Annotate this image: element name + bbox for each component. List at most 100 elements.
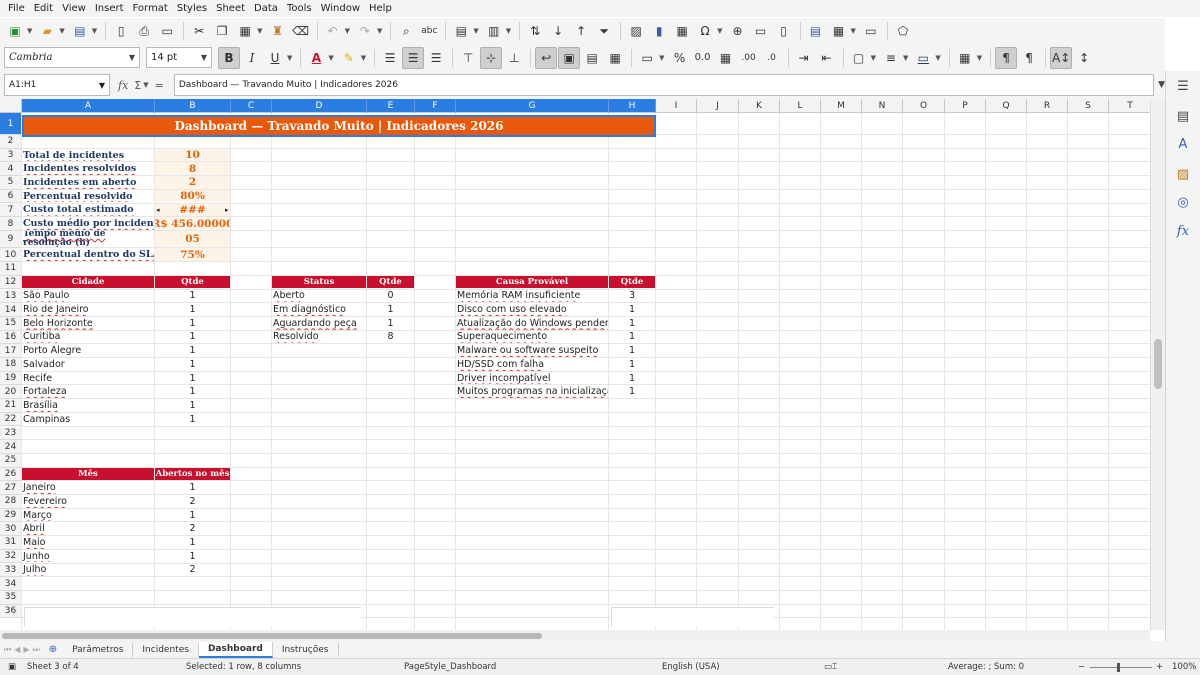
city-row-qty[interactable]: 1 (155, 413, 230, 426)
month-row[interactable]: Julho (22, 564, 154, 577)
font-size-combo[interactable]: 14 pt ▼ (146, 47, 212, 68)
kpi-label[interactable]: Custo médio por incidente (22, 217, 154, 230)
column-header[interactable]: M (821, 99, 862, 113)
align-center-icon[interactable]: ☰ (402, 46, 425, 69)
status-row-qty[interactable]: 8 (367, 331, 414, 344)
right-to-left-icon[interactable]: ¶ (1018, 47, 1040, 69)
table-header[interactable]: Mês (22, 467, 154, 481)
month-row-qty[interactable]: 2 (155, 495, 230, 508)
pivot-table-icon[interactable]: ▦ (671, 20, 693, 42)
font-color-dropdown-icon[interactable]: ▼ (328, 54, 333, 62)
city-row-qty[interactable]: 1 (155, 303, 230, 316)
column-header[interactable]: K (739, 99, 780, 113)
cause-row-qty[interactable]: 1 (609, 317, 655, 330)
align-middle-icon[interactable]: ⊹ (480, 46, 503, 69)
font-color-icon[interactable]: A (305, 47, 327, 69)
underline-icon[interactable]: U (264, 47, 286, 69)
kpi-value[interactable]: 10 (155, 148, 230, 162)
spelling-icon[interactable]: abc (418, 20, 440, 42)
cause-row-qty[interactable]: 3 (609, 290, 655, 303)
column-header[interactable]: R (1027, 99, 1068, 113)
function-wizard-icon[interactable]: fx (118, 79, 128, 92)
add-sheet-icon[interactable]: ⊕ (49, 644, 57, 655)
city-row[interactable]: Curitiba (22, 331, 154, 344)
conditional-format-dropdown-icon[interactable]: ▼ (977, 54, 982, 62)
kpi-label[interactable]: Tempo médio de resolução (h) (22, 231, 154, 248)
find-replace-icon[interactable]: ⌕ (395, 20, 417, 42)
status-row[interactable]: Aguardando peça (272, 317, 366, 330)
city-row-qty[interactable]: 1 (155, 372, 230, 385)
row-header[interactable]: 15 (0, 316, 22, 331)
borders-dropdown-icon[interactable]: ▼ (871, 54, 876, 62)
cause-row[interactable]: Disco com uso elevado (456, 303, 608, 316)
currency-format-icon[interactable]: ▭ (636, 47, 658, 69)
last-sheet-icon[interactable]: ⏭ (33, 645, 40, 655)
selection-mode-icon[interactable]: ▭⌶ (824, 662, 837, 672)
cause-row-qty[interactable]: 1 (609, 385, 655, 398)
print-icon[interactable]: ⎙ (133, 20, 155, 42)
conditional-format-icon[interactable]: ▦ (954, 47, 976, 69)
zoom-slider-thumb[interactable] (1117, 663, 1120, 672)
row-header[interactable]: 22 (0, 412, 22, 427)
row-header[interactable]: 7 (0, 203, 22, 218)
kpi-value[interactable]: 8 (155, 162, 230, 176)
city-row[interactable]: Fortaleza (22, 385, 154, 398)
row-header[interactable]: 30 (0, 522, 22, 537)
month-row[interactable]: Janeiro (22, 481, 154, 494)
define-print-area-icon[interactable]: ▤ (805, 20, 827, 42)
row-header[interactable]: 27 (0, 481, 22, 495)
column-header[interactable]: A (22, 99, 155, 113)
column-header[interactable]: I (656, 99, 697, 113)
sort-icon[interactable]: ⇅ (524, 20, 546, 42)
row-header[interactable]: 36 (0, 604, 22, 619)
autofilter-icon[interactable]: ⏷ (593, 20, 615, 42)
first-sheet-icon[interactable]: ⏮ (4, 645, 11, 655)
column-header[interactable]: G (456, 99, 609, 113)
align-right-icon[interactable]: ☰ (425, 47, 447, 69)
row-header[interactable]: 17 (0, 344, 22, 358)
city-row[interactable]: Recife (22, 372, 154, 385)
column-header[interactable]: L (780, 99, 821, 113)
row-dropdown-icon[interactable]: ▼ (473, 27, 478, 35)
kpi-value[interactable]: R$ 456.00000 (155, 217, 230, 230)
row-header[interactable]: 34 (0, 577, 22, 591)
cause-row[interactable]: Superaquecimento (456, 331, 608, 344)
special-character-dropdown-icon[interactable]: ▼ (717, 27, 722, 35)
kpi-label[interactable]: Percentual dentro do SLA (22, 248, 154, 261)
status-row-qty[interactable]: 1 (367, 317, 414, 330)
increase-indent-icon[interactable]: ⇥ (793, 47, 815, 69)
zoom-slider[interactable] (1090, 667, 1152, 668)
month-row-qty[interactable]: 2 (155, 522, 230, 535)
city-row[interactable]: Rio de Janeiro (22, 303, 154, 316)
row-header[interactable]: 24 (0, 440, 22, 454)
align-top-icon[interactable]: ⊤ (457, 47, 479, 69)
underline-dropdown-icon[interactable]: ▼ (287, 54, 292, 62)
city-row-qty[interactable]: 1 (155, 290, 230, 303)
row-header[interactable]: 9 (0, 230, 22, 249)
spreadsheet-grid[interactable]: ABCDEFGHIJKLMNOPQRST 1 2 3 4 5 6 7 8 9 10 11 12 13 14… (0, 99, 1150, 630)
kpi-value[interactable]: 05 (155, 230, 230, 248)
paste-icon[interactable]: ▦ (234, 20, 256, 42)
menu-format[interactable]: Format (129, 3, 172, 14)
row-header[interactable]: 18 (0, 358, 22, 372)
month-row-qty[interactable]: 1 (155, 481, 230, 494)
redo-dropdown-icon[interactable]: ▼ (377, 27, 382, 35)
row-header[interactable]: 25 (0, 453, 22, 468)
kpi-label[interactable]: Total de incidentes (22, 149, 154, 162)
row-icon[interactable]: ▤ (450, 20, 472, 42)
status-row-qty[interactable]: 0 (367, 290, 414, 303)
insert-image-icon[interactable]: ▨ (625, 20, 647, 42)
sort-descending-icon[interactable]: ↑ (570, 20, 592, 42)
border-style-dropdown-icon[interactable]: ▼ (903, 54, 908, 62)
month-row-qty[interactable]: 1 (155, 550, 230, 563)
insert-chart-icon[interactable]: ▮ (648, 20, 670, 42)
special-character-icon[interactable]: Ω (694, 20, 716, 42)
city-row-qty[interactable]: 1 (155, 331, 230, 344)
menu-window[interactable]: Window (317, 3, 364, 14)
cause-row[interactable]: Memória RAM insuficiente (456, 290, 608, 303)
row-header[interactable]: 4 (0, 162, 22, 177)
gallery-icon[interactable]: ▨ (1174, 165, 1192, 183)
sum-dropdown-icon[interactable]: ▼ (143, 81, 148, 89)
column-header[interactable]: T (1109, 99, 1150, 113)
row-header[interactable]: 14 (0, 303, 22, 317)
